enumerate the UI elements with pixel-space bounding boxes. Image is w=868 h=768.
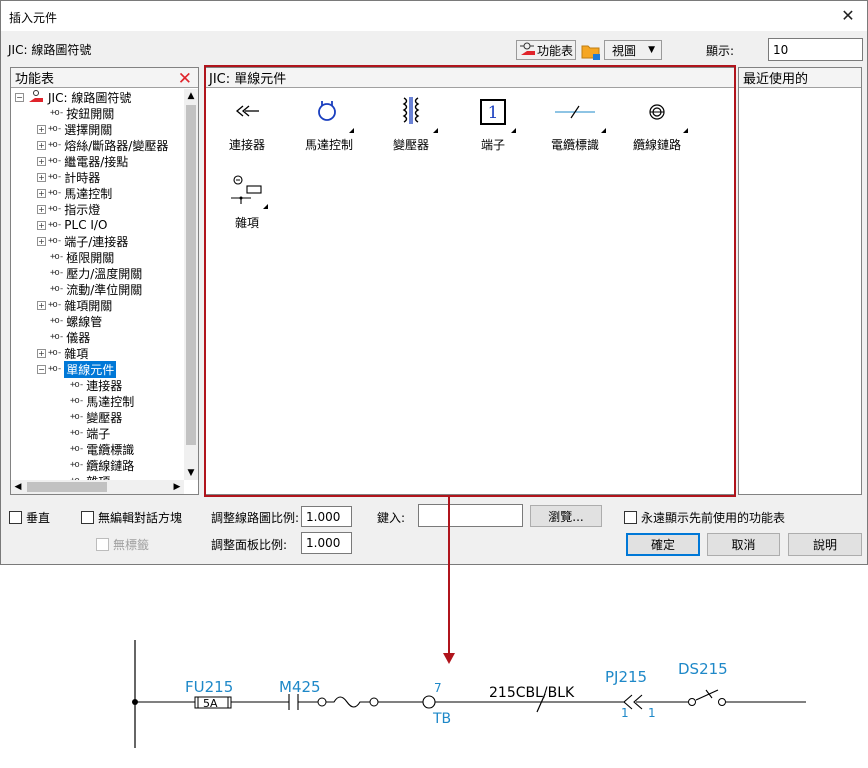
fuse-rating-label: 5A	[203, 697, 218, 710]
connector-tag-label: PJ215	[605, 668, 647, 686]
pointer-arrow-head	[443, 653, 455, 664]
switch-tag-label: DS215	[678, 660, 728, 678]
motor-tag-label: M425	[279, 678, 321, 696]
cable-label: 215CBL/BLK	[489, 685, 575, 701]
connector-pin-left: 1	[621, 706, 629, 720]
overload-symbol	[317, 697, 327, 707]
switch-symbol	[688, 698, 696, 706]
connector-pin-right: 1	[648, 706, 656, 720]
terminal-tag-label: TB	[432, 711, 451, 727]
schematic-diagram: FU215 5A M425 7 TB 215CBL/BLK PJ215 1 1 …	[132, 495, 806, 748]
terminal-number-label: 7	[434, 681, 442, 695]
fuse-tag-label: FU215	[185, 678, 233, 696]
terminal-symbol	[422, 695, 436, 709]
